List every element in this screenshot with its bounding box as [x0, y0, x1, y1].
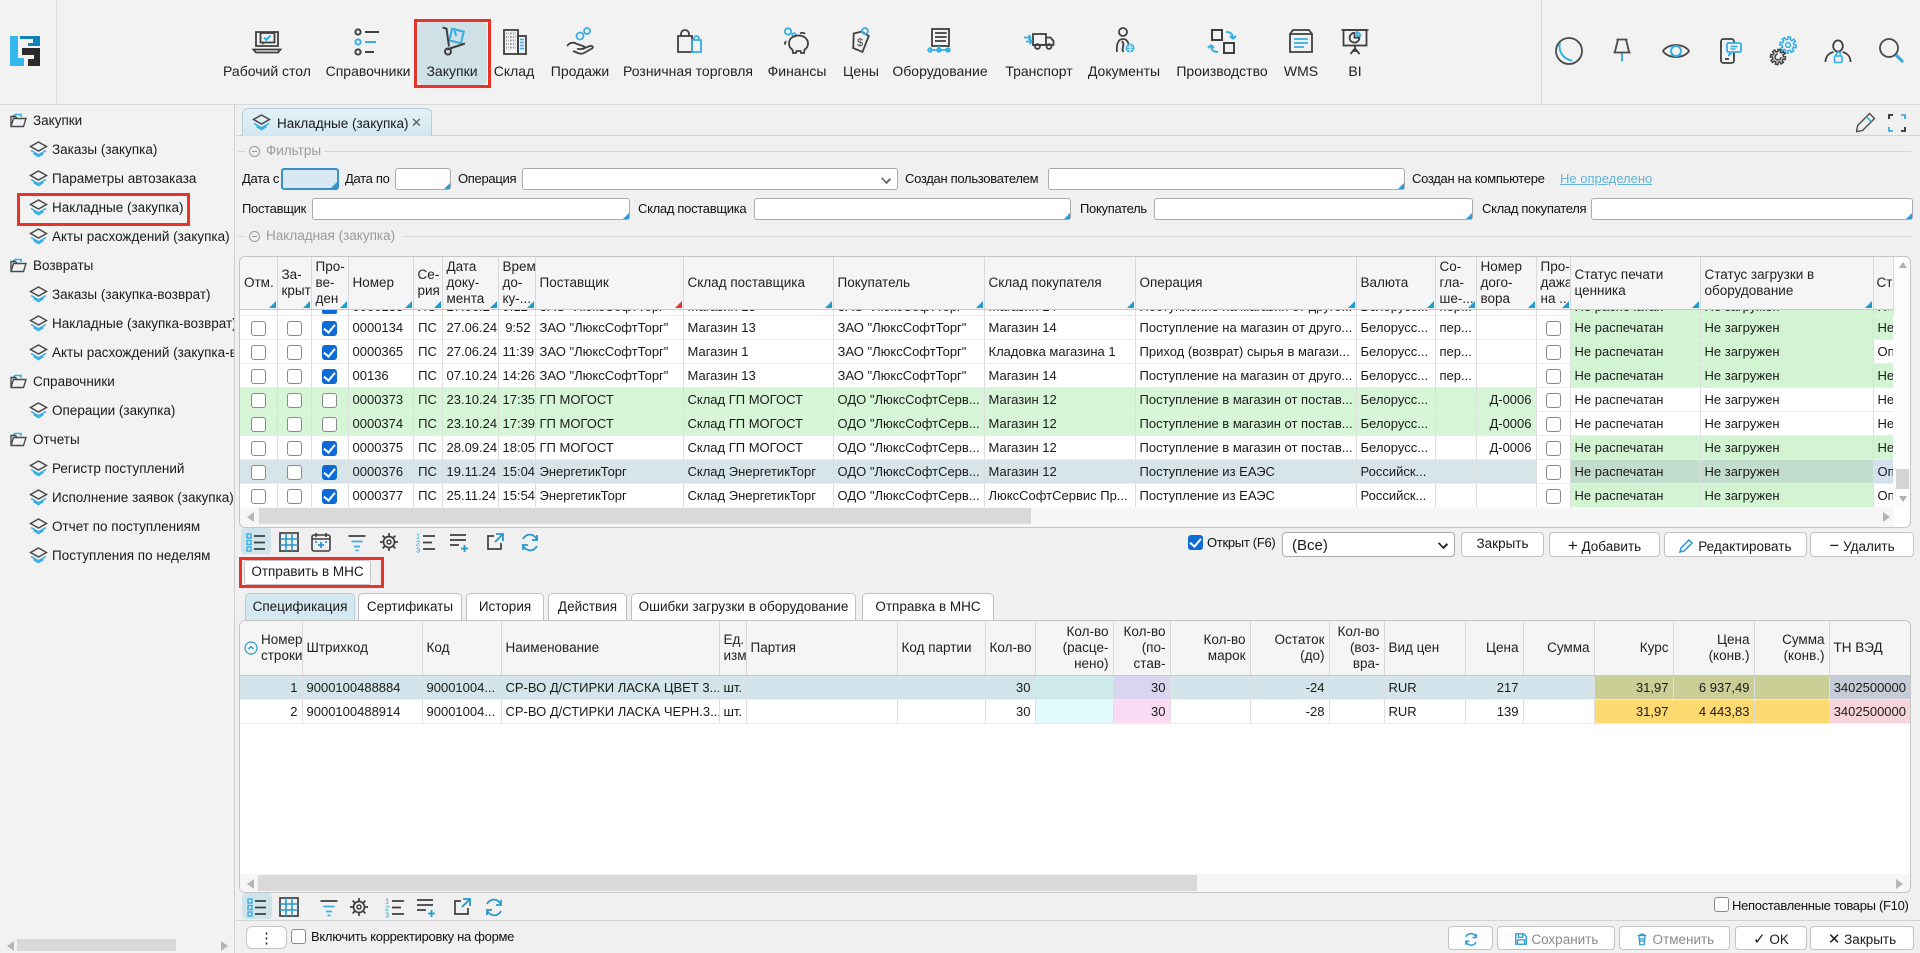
svg-text:3: 3	[385, 911, 389, 919]
svg-text:$: $	[857, 37, 863, 49]
svg-text:3: 3	[416, 546, 420, 554]
